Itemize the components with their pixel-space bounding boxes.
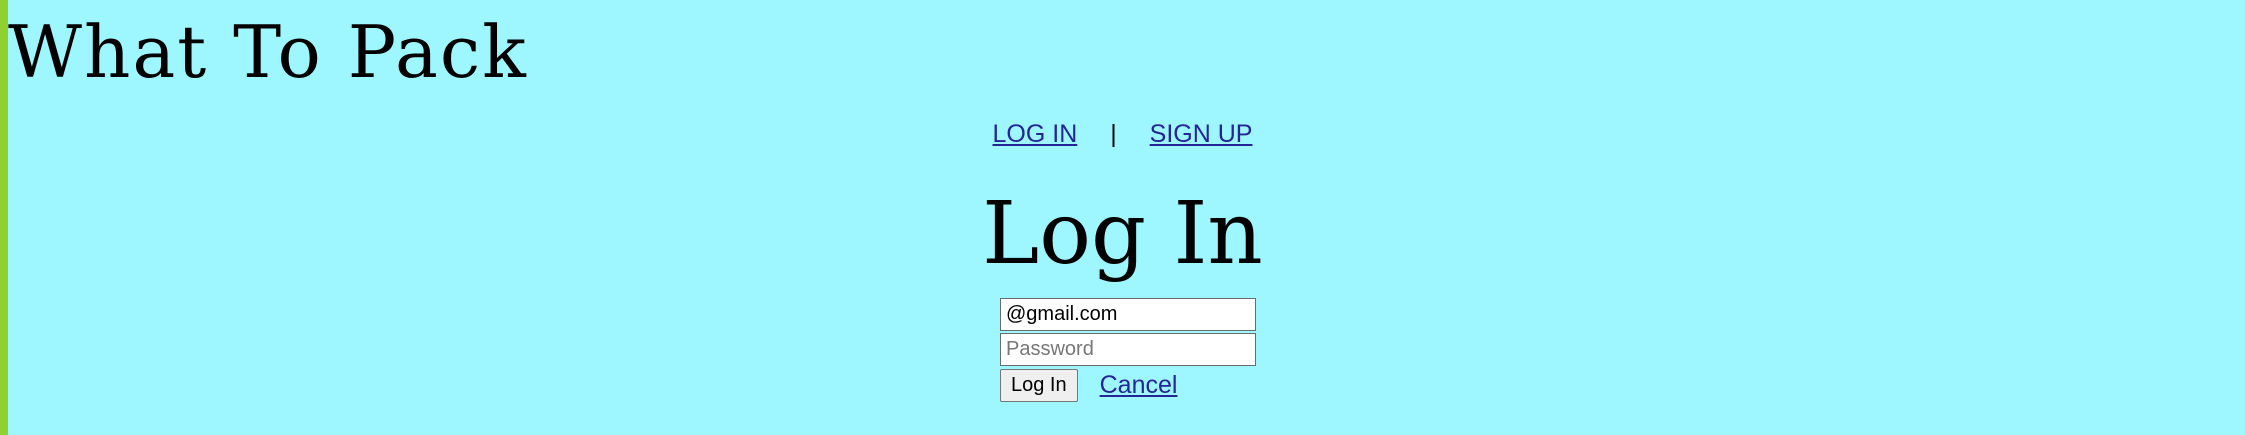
nav-separator: | (1110, 120, 1117, 148)
login-form: Log In Cancel (1000, 298, 1260, 402)
cancel-link[interactable]: Cancel (1100, 371, 1178, 400)
site-title: What To Pack (8, 10, 528, 94)
login-button[interactable]: Log In (1000, 369, 1078, 402)
form-actions: Log In Cancel (1000, 369, 1260, 402)
password-field[interactable] (1000, 333, 1256, 366)
email-field[interactable] (1000, 298, 1256, 331)
auth-nav: LOG IN | SIGN UP (0, 118, 2245, 150)
signup-nav-link[interactable]: SIGN UP (1150, 120, 1253, 148)
login-nav-link[interactable]: LOG IN (993, 120, 1078, 148)
page-heading: Log In (982, 184, 1263, 284)
